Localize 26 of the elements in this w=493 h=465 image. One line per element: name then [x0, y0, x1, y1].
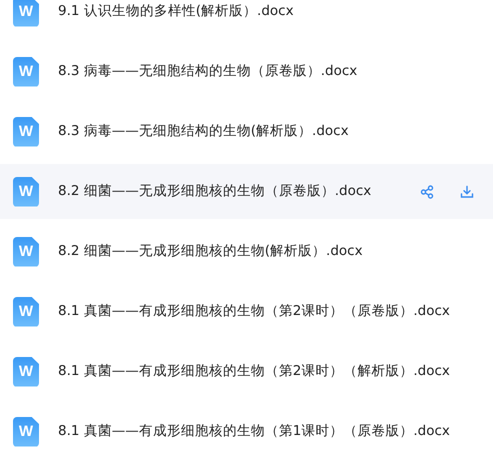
share-icon: [420, 184, 434, 198]
file-row[interactable]: W 8.3 病毒——无细胞结构的生物（原卷版）.docx: [0, 44, 493, 99]
file-row[interactable]: W 8.1 真菌——有成形细胞核的生物（第2课时）（原卷版）.docx: [0, 284, 493, 339]
file-name[interactable]: 8.2 细菌——无成形细胞核的生物（原卷版）.docx: [58, 181, 372, 202]
file-row[interactable]: W 8.1 真菌——有成形细胞核的生物（第1课时）（原卷版）.docx: [0, 404, 493, 459]
word-file-icon: W: [13, 416, 39, 446]
file-row[interactable]: W 8.2 细菌——无成形细胞核的生物（原卷版）.docx: [0, 164, 493, 219]
word-file-icon: W: [13, 176, 39, 206]
file-name[interactable]: 8.1 真菌——有成形细胞核的生物（第2课时）（解析版）.docx: [58, 361, 450, 382]
word-file-icon: W: [13, 116, 39, 146]
file-row[interactable]: W 9.1 认识生物的多样性(解析版）.docx: [0, 0, 493, 39]
word-file-icon: W: [13, 236, 39, 266]
word-file-icon: W: [13, 296, 39, 326]
file-row[interactable]: W 8.3 病毒——无细胞结构的生物(解析版）.docx: [0, 104, 493, 159]
file-name[interactable]: 9.1 认识生物的多样性(解析版）.docx: [58, 1, 294, 22]
word-file-icon: W: [13, 0, 39, 26]
file-name[interactable]: 8.3 病毒——无细胞结构的生物(解析版）.docx: [58, 121, 349, 142]
file-name[interactable]: 8.1 真菌——有成形细胞核的生物（第2课时）（原卷版）.docx: [58, 301, 450, 322]
file-row[interactable]: W 8.1 真菌——有成形细胞核的生物（第2课时）（解析版）.docx: [0, 344, 493, 399]
word-file-icon: W: [13, 356, 39, 386]
download-icon: [460, 184, 474, 198]
file-name[interactable]: 8.1 真菌——有成形细胞核的生物（第1课时）（原卷版）.docx: [58, 421, 450, 442]
file-name[interactable]: 8.3 病毒——无细胞结构的生物（原卷版）.docx: [58, 61, 358, 82]
file-row[interactable]: W 8.2 细菌——无成形细胞核的生物(解析版）.docx: [0, 224, 493, 279]
word-file-icon: W: [13, 56, 39, 86]
file-name[interactable]: 8.2 细菌——无成形细胞核的生物(解析版）.docx: [58, 241, 363, 262]
